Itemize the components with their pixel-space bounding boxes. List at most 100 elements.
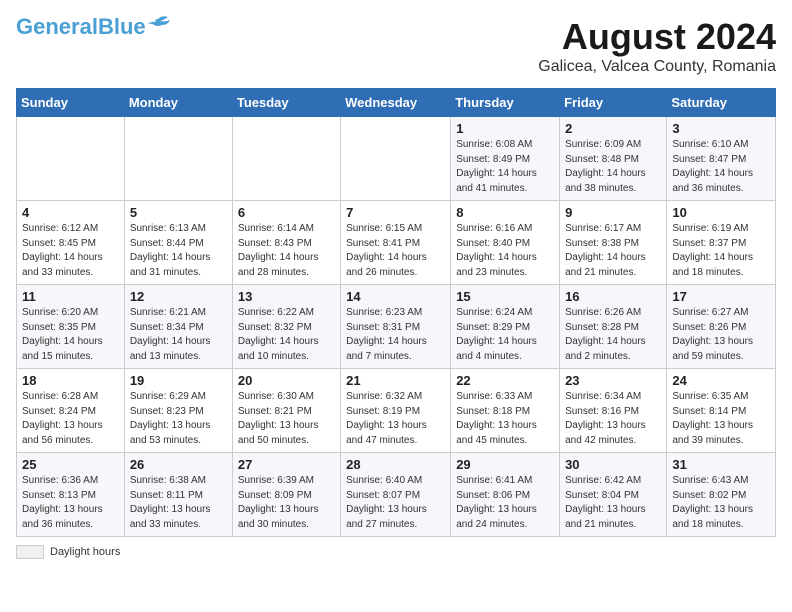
calendar-cell: 4Sunrise: 6:12 AM Sunset: 8:45 PM Daylig… <box>17 201 125 285</box>
day-number: 31 <box>672 457 770 472</box>
day-number: 4 <box>22 205 119 220</box>
day-number: 17 <box>672 289 770 304</box>
calendar-cell: 19Sunrise: 6:29 AM Sunset: 8:23 PM Dayli… <box>124 369 232 453</box>
calendar-cell: 3 Sunrise: 6:10 AM Sunset: 8:47 PM Daylig… <box>667 117 776 201</box>
day-number: 15 <box>456 289 554 304</box>
day-info: Sunrise: 6:29 AM Sunset: 8:23 PM Dayligh… <box>130 390 227 448</box>
calendar-table: SundayMondayTuesdayWednesdayThursdayFrid… <box>16 88 776 537</box>
day-info: Sunrise: 6:22 AM Sunset: 8:32 PM Dayligh… <box>238 306 335 364</box>
day-info: Sunrise: 6:16 AM Sunset: 8:40 PM Dayligh… <box>456 222 554 280</box>
day-number: 13 <box>238 289 335 304</box>
calendar-cell <box>17 117 125 201</box>
day-number: 16 <box>565 289 661 304</box>
day-info: Sunrise: 6:32 AM Sunset: 8:19 PM Dayligh… <box>346 390 445 448</box>
weekday-header-row: SundayMondayTuesdayWednesdayThursdayFrid… <box>17 89 776 117</box>
day-number: 9 <box>565 205 661 220</box>
day-number: 25 <box>22 457 119 472</box>
calendar-week-row: 25 Sunrise: 6:36 AM Sunset: 8:13 PM Dayli… <box>17 453 776 537</box>
day-info: Sunrise: 6:26 AM Sunset: 8:28 PM Dayligh… <box>565 306 661 364</box>
day-info: Sunrise: 6:20 AM Sunset: 8:35 PM Dayligh… <box>22 306 119 364</box>
day-info: Sunrise: 6:08 AM Sunset: 8:49 PM Dayligh… <box>456 138 554 196</box>
day-info: Sunrise: 6:30 AM Sunset: 8:21 PM Dayligh… <box>238 390 335 448</box>
calendar-cell: 29 Sunrise: 6:41 AM Sunset: 8:06 PM Dayli… <box>451 453 560 537</box>
day-number: 14 <box>346 289 445 304</box>
day-info: Sunrise: 6:28 AM Sunset: 8:24 PM Dayligh… <box>22 390 119 448</box>
day-number: 12 <box>130 289 227 304</box>
day-number: 22 <box>456 373 554 388</box>
calendar-cell: 6 Sunrise: 6:14 AM Sunset: 8:43 PM Daylig… <box>232 201 340 285</box>
calendar-body: 1 Sunrise: 6:08 AM Sunset: 8:49 PM Daylig… <box>17 117 776 537</box>
day-info: Sunrise: 6:21 AM Sunset: 8:34 PM Dayligh… <box>130 306 227 364</box>
calendar-cell <box>341 117 451 201</box>
day-number: 20 <box>238 373 335 388</box>
calendar-cell: 12 Sunrise: 6:21 AM Sunset: 8:34 PM Dayli… <box>124 285 232 369</box>
day-info: Sunrise: 6:19 AM Sunset: 8:37 PM Dayligh… <box>672 222 770 280</box>
day-number: 10 <box>672 205 770 220</box>
day-number: 29 <box>456 457 554 472</box>
day-number: 5 <box>130 205 227 220</box>
day-info: Sunrise: 6:09 AM Sunset: 8:48 PM Dayligh… <box>565 138 661 196</box>
day-info: Sunrise: 6:38 AM Sunset: 8:11 PM Dayligh… <box>130 474 227 532</box>
legend-label: Daylight hours <box>50 546 120 558</box>
calendar-cell: 5 Sunrise: 6:13 AM Sunset: 8:44 PM Daylig… <box>124 201 232 285</box>
day-info: Sunrise: 6:33 AM Sunset: 8:18 PM Dayligh… <box>456 390 554 448</box>
day-info: Sunrise: 6:41 AM Sunset: 8:06 PM Dayligh… <box>456 474 554 532</box>
calendar-cell <box>232 117 340 201</box>
calendar-cell: 25 Sunrise: 6:36 AM Sunset: 8:13 PM Dayli… <box>17 453 125 537</box>
day-number: 28 <box>346 457 445 472</box>
title-block: August 2024 Galicea, Valcea County, Roma… <box>538 16 776 76</box>
calendar-cell: 8 Sunrise: 6:16 AM Sunset: 8:40 PM Daylig… <box>451 201 560 285</box>
calendar-cell: 9 Sunrise: 6:17 AM Sunset: 8:38 PM Daylig… <box>560 201 667 285</box>
day-number: 8 <box>456 205 554 220</box>
day-number: 1 <box>456 121 554 136</box>
day-number: 24 <box>672 373 770 388</box>
calendar-cell: 21 Sunrise: 6:32 AM Sunset: 8:19 PM Dayli… <box>341 369 451 453</box>
calendar-cell: 26Sunrise: 6:38 AM Sunset: 8:11 PM Dayli… <box>124 453 232 537</box>
calendar-cell: 22 Sunrise: 6:33 AM Sunset: 8:18 PM Dayli… <box>451 369 560 453</box>
weekday-header-saturday: Saturday <box>667 89 776 117</box>
calendar-cell: 16 Sunrise: 6:26 AM Sunset: 8:28 PM Dayli… <box>560 285 667 369</box>
calendar-cell: 28 Sunrise: 6:40 AM Sunset: 8:07 PM Dayli… <box>341 453 451 537</box>
day-number: 2 <box>565 121 661 136</box>
day-info: Sunrise: 6:14 AM Sunset: 8:43 PM Dayligh… <box>238 222 335 280</box>
day-info: Sunrise: 6:10 AM Sunset: 8:47 PM Dayligh… <box>672 138 770 196</box>
location-subtitle: Galicea, Valcea County, Romania <box>538 58 776 76</box>
day-number: 23 <box>565 373 661 388</box>
month-year-title: August 2024 <box>538 16 776 58</box>
day-info: Sunrise: 6:17 AM Sunset: 8:38 PM Dayligh… <box>565 222 661 280</box>
day-info: Sunrise: 6:24 AM Sunset: 8:29 PM Dayligh… <box>456 306 554 364</box>
legend-box <box>16 545 44 559</box>
day-info: Sunrise: 6:36 AM Sunset: 8:13 PM Dayligh… <box>22 474 119 532</box>
day-info: Sunrise: 6:13 AM Sunset: 8:44 PM Dayligh… <box>130 222 227 280</box>
calendar-cell: 10 Sunrise: 6:19 AM Sunset: 8:37 PM Dayli… <box>667 201 776 285</box>
day-info: Sunrise: 6:35 AM Sunset: 8:14 PM Dayligh… <box>672 390 770 448</box>
calendar-cell: 15 Sunrise: 6:24 AM Sunset: 8:29 PM Dayli… <box>451 285 560 369</box>
calendar-week-row: 1 Sunrise: 6:08 AM Sunset: 8:49 PM Daylig… <box>17 117 776 201</box>
weekday-header-friday: Friday <box>560 89 667 117</box>
day-number: 11 <box>22 289 119 304</box>
calendar-cell: 31 Sunrise: 6:43 AM Sunset: 8:02 PM Dayli… <box>667 453 776 537</box>
weekday-header-thursday: Thursday <box>451 89 560 117</box>
calendar-cell: 1 Sunrise: 6:08 AM Sunset: 8:49 PM Daylig… <box>451 117 560 201</box>
day-number: 6 <box>238 205 335 220</box>
legend-area: Daylight hours <box>16 545 776 559</box>
calendar-cell: 2 Sunrise: 6:09 AM Sunset: 8:48 PM Daylig… <box>560 117 667 201</box>
weekday-header-wednesday: Wednesday <box>341 89 451 117</box>
day-info: Sunrise: 6:23 AM Sunset: 8:31 PM Dayligh… <box>346 306 445 364</box>
day-info: Sunrise: 6:27 AM Sunset: 8:26 PM Dayligh… <box>672 306 770 364</box>
calendar-cell: 17 Sunrise: 6:27 AM Sunset: 8:26 PM Dayli… <box>667 285 776 369</box>
bird-icon <box>148 15 170 31</box>
logo-text: GeneralBlue <box>16 16 146 38</box>
day-number: 21 <box>346 373 445 388</box>
calendar-week-row: 11 Sunrise: 6:20 AM Sunset: 8:35 PM Dayli… <box>17 285 776 369</box>
calendar-cell: 11 Sunrise: 6:20 AM Sunset: 8:35 PM Dayli… <box>17 285 125 369</box>
day-info: Sunrise: 6:40 AM Sunset: 8:07 PM Dayligh… <box>346 474 445 532</box>
day-number: 3 <box>672 121 770 136</box>
weekday-header-monday: Monday <box>124 89 232 117</box>
day-info: Sunrise: 6:43 AM Sunset: 8:02 PM Dayligh… <box>672 474 770 532</box>
day-number: 30 <box>565 457 661 472</box>
page-header: GeneralBlue August 2024 Galicea, Valcea … <box>16 16 776 76</box>
calendar-cell: 18Sunrise: 6:28 AM Sunset: 8:24 PM Dayli… <box>17 369 125 453</box>
day-number: 7 <box>346 205 445 220</box>
day-info: Sunrise: 6:15 AM Sunset: 8:41 PM Dayligh… <box>346 222 445 280</box>
